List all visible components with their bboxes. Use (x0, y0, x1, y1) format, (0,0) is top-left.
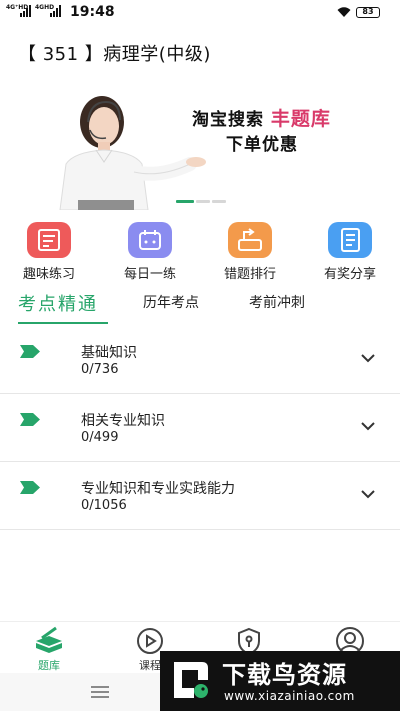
quick-action-daily[interactable]: 每日一练 (110, 222, 190, 282)
flag-icon (20, 345, 40, 358)
wifi-icon (337, 7, 351, 17)
status-bar: 4G⁺HD 4GHD 19:48 83 (0, 0, 400, 26)
quick-actions: 趣味练习 每日一练 错题排行 有奖分享 (0, 222, 400, 282)
list-item[interactable]: 相关专业知识 0/499 (0, 394, 400, 462)
quick-action-label: 每日一练 (123, 267, 176, 282)
quick-action-label: 有奖分享 (323, 267, 376, 282)
banner-headline: 淘宝搜索 丰题库 (192, 108, 331, 130)
menu-icon[interactable] (91, 686, 109, 698)
flag-icon (20, 413, 40, 426)
chevron-down-icon[interactable] (361, 490, 375, 499)
daily-icon (128, 222, 172, 258)
bird-logo-icon (174, 662, 208, 698)
section-title: 基础知识 (81, 345, 137, 361)
page-title: 【 351 】病理学(中级) (18, 44, 211, 65)
section-list: 基础知识 0/736 相关专业知识 0/499 专业知识和专业实践能力 0/10… (0, 326, 400, 530)
ranking-icon (228, 222, 272, 258)
practice-icon (27, 222, 71, 258)
list-item[interactable]: 专业知识和专业实践能力 0/1056 (0, 462, 400, 530)
banner-highlight: 丰题库 (270, 108, 331, 130)
share-icon (328, 222, 372, 258)
nav-label: 题库 (38, 659, 60, 672)
section-progress: 0/736 (81, 362, 119, 377)
battery-indicator: 83 (356, 7, 380, 18)
section-title: 专业知识和专业实践能力 (81, 481, 235, 497)
banner-subline: 下单优惠 (226, 135, 298, 155)
tab-past-topics[interactable]: 历年考点 (143, 292, 199, 312)
section-title: 相关专业知识 (81, 413, 165, 429)
promo-banner[interactable]: 淘宝搜索 丰题库 下单优惠 (0, 82, 400, 212)
flag-icon (20, 481, 40, 494)
signal-icon (20, 5, 31, 17)
carousel-indicator (176, 200, 226, 203)
quick-action-label: 错题排行 (223, 267, 276, 282)
category-tabs: 考点精通 历年考点 考前冲刺 (0, 290, 400, 324)
watermark-url: www.xiazainiao.com (224, 689, 355, 703)
chevron-down-icon[interactable] (361, 354, 375, 363)
carousel-dot-active (176, 200, 194, 203)
question-bank-icon (34, 626, 64, 656)
clock: 19:48 (70, 4, 115, 20)
watermark-title: 下载鸟资源 (222, 661, 347, 689)
signal-icon (50, 5, 61, 17)
section-progress: 0/1056 (81, 498, 127, 513)
watermark: 下载鸟资源 www.xiazainiao.com (160, 651, 400, 711)
chevron-down-icon[interactable] (361, 422, 375, 431)
carousel-dot (196, 200, 210, 203)
carousel-dot (212, 200, 226, 203)
nav-question-bank[interactable]: 题库 (19, 626, 79, 673)
list-item[interactable]: 基础知识 0/736 (0, 326, 400, 394)
quick-action-share[interactable]: 有奖分享 (310, 222, 390, 282)
quick-action-label: 趣味练习 (22, 267, 75, 282)
quick-action-fun-practice[interactable]: 趣味练习 (9, 222, 89, 282)
section-progress: 0/499 (81, 430, 119, 445)
active-tab-indicator (18, 322, 108, 324)
quick-action-wrong-ranking[interactable]: 错题排行 (210, 222, 290, 282)
tab-final-sprint[interactable]: 考前冲刺 (249, 292, 305, 312)
tab-mastery[interactable]: 考点精通 (18, 290, 98, 316)
